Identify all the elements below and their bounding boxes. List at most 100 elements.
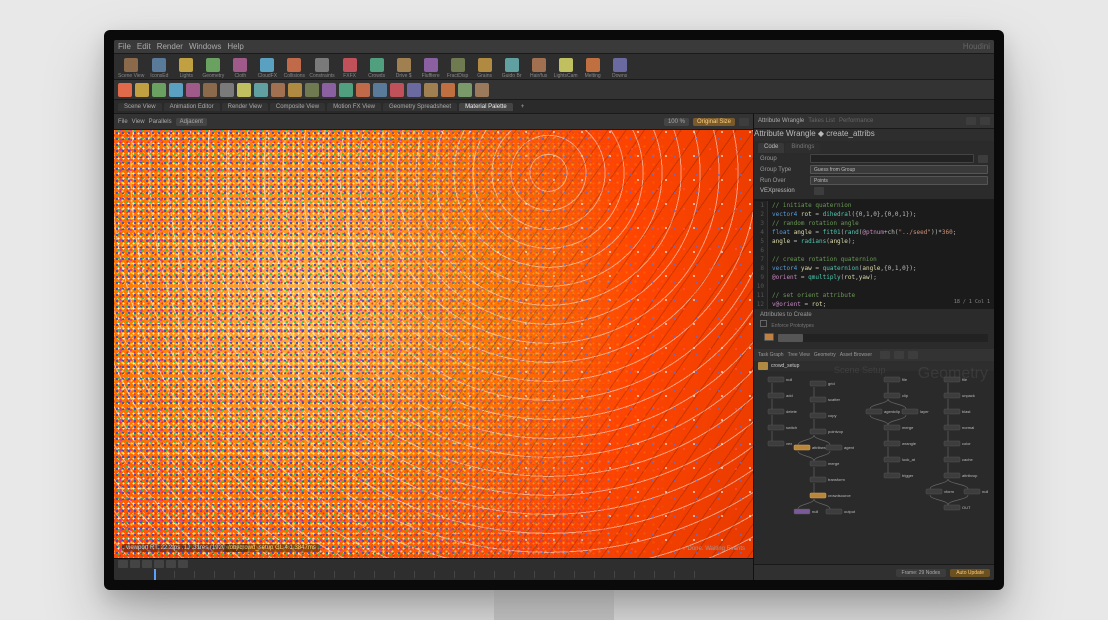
graph-node[interactable] (794, 445, 810, 450)
rtab-attrwrangle[interactable]: Attribute Wrangle (758, 118, 804, 124)
pane-tab[interactable]: Composite View (270, 103, 325, 111)
menu-windows[interactable]: Windows (189, 42, 221, 51)
shelf-tool-icon[interactable] (407, 83, 421, 97)
pane-tab[interactable]: Animation Editor (164, 103, 220, 111)
menu-render[interactable]: Render (157, 42, 183, 51)
shelf-tool[interactable]: Guido Br (500, 58, 524, 79)
shelf-tool[interactable]: FXFX (338, 58, 362, 79)
shelf-tool-icon[interactable] (288, 83, 302, 97)
viewport-canvas[interactable]: viewport RT: 22.2fps .1J .31res (1920x10… (114, 130, 753, 558)
shelf-tool-icon[interactable] (186, 83, 200, 97)
graph-node[interactable] (768, 393, 784, 398)
graph-node[interactable] (902, 409, 918, 414)
vp-menu-parallels[interactable]: Parallels (149, 119, 172, 125)
graph-node[interactable] (826, 509, 842, 514)
footer-framecount[interactable]: Frame: 29 Nodes (896, 569, 947, 577)
ng-tab-treeview[interactable]: Tree View (788, 352, 810, 358)
play-back-icon[interactable] (142, 560, 152, 568)
graph-node[interactable] (944, 409, 960, 414)
pane-tab[interactable]: Render View (222, 103, 268, 111)
timeline-track[interactable] (154, 571, 713, 578)
search-icon[interactable] (894, 351, 904, 359)
shelf-tool-icon[interactable] (441, 83, 455, 97)
step-back-icon[interactable] (130, 560, 140, 568)
graph-node[interactable] (768, 441, 784, 446)
graph-node[interactable] (884, 457, 900, 462)
shelf-tool-icon[interactable] (475, 83, 489, 97)
shelf-tool-icon[interactable] (152, 83, 166, 97)
graph-node[interactable] (768, 409, 784, 414)
shelf-tool[interactable]: Fluffiere (419, 58, 443, 79)
graph-node[interactable] (944, 473, 960, 478)
graph-node[interactable] (810, 461, 826, 466)
pane-tab[interactable]: Material Palette (459, 103, 513, 111)
gear-icon[interactable] (739, 118, 749, 126)
ng-tab-geometry[interactable]: Geometry (814, 352, 836, 358)
graph-node[interactable] (944, 505, 960, 510)
graph-node[interactable] (884, 441, 900, 446)
shelf-tool[interactable]: FractDisp (446, 58, 470, 79)
shelf-tool-icon[interactable] (305, 83, 319, 97)
slider-value[interactable] (778, 334, 988, 342)
playhead[interactable] (154, 569, 156, 580)
shelf-tool[interactable]: Cloth (228, 58, 252, 79)
layout-icon[interactable] (880, 351, 890, 359)
shelf-tool-icon[interactable] (254, 83, 268, 97)
skip-end-icon[interactable] (178, 560, 188, 568)
network-editor[interactable]: Task Graph Tree View Geometry Asset Brow… (754, 349, 994, 564)
shelf-tool[interactable]: Lights (174, 58, 198, 79)
select-runover[interactable]: Points (810, 176, 988, 185)
menu-file[interactable]: File (118, 42, 131, 51)
shelf-tool-icon[interactable] (356, 83, 370, 97)
shelf-tool-icon[interactable] (118, 83, 132, 97)
vp-zoom[interactable]: 100 % (664, 118, 689, 126)
graph-node[interactable] (944, 457, 960, 462)
ng-tab-assets[interactable]: Asset Browser (840, 352, 872, 358)
shelf-tool-icon[interactable] (237, 83, 251, 97)
checkbox-enforce[interactable] (760, 320, 767, 327)
graph-node[interactable] (884, 393, 900, 398)
graph-node[interactable] (944, 377, 960, 382)
shelf-tool-icon[interactable] (339, 83, 353, 97)
graph-node[interactable] (884, 425, 900, 430)
node-graph-canvas[interactable]: nulladddeleteswitchvexgridscattercopypoi… (754, 371, 994, 531)
menu-help[interactable]: Help (227, 42, 243, 51)
pin-icon[interactable] (966, 117, 976, 125)
color-swatch[interactable] (764, 333, 774, 341)
play-icon[interactable] (154, 560, 164, 568)
graph-node[interactable] (964, 489, 980, 494)
shelf-tool-icon[interactable] (424, 83, 438, 97)
gear-icon[interactable] (908, 351, 918, 359)
graph-node[interactable] (768, 425, 784, 430)
graph-node[interactable] (768, 377, 784, 382)
graph-node[interactable] (810, 381, 826, 386)
help-icon[interactable] (980, 117, 990, 125)
arrow-icon[interactable] (978, 155, 988, 163)
shelf-tool-icon[interactable] (203, 83, 217, 97)
parm-breadcrumb[interactable]: Attribute Wrangle ◆ create_attribs (754, 129, 875, 138)
shelf-tool-icon[interactable] (135, 83, 149, 97)
graph-node[interactable] (884, 377, 900, 382)
graph-node[interactable] (810, 413, 826, 418)
graph-node[interactable] (926, 489, 942, 494)
graph-node[interactable] (810, 477, 826, 482)
footer-autoupdate[interactable]: Auto Update (950, 569, 990, 577)
skip-start-icon[interactable] (118, 560, 128, 568)
shelf-tool-icon[interactable] (271, 83, 285, 97)
rtab-perf[interactable]: Performance (839, 118, 873, 124)
ng-path[interactable]: crowd_setup (771, 363, 799, 369)
shelf-tool-icon[interactable] (390, 83, 404, 97)
shelf-tool[interactable]: IconsEd (147, 58, 171, 79)
step-fwd-icon[interactable] (166, 560, 176, 568)
shelf-tool[interactable]: Drive $ (392, 58, 416, 79)
parm-tab-code[interactable]: Code (758, 143, 784, 153)
pane-tab[interactable]: Motion FX View (327, 103, 381, 111)
shelf-tool[interactable]: LightsCam (554, 58, 578, 79)
rtab-takes[interactable]: Takes List (808, 118, 835, 124)
shelf-tool[interactable]: Hair/fus (527, 58, 551, 79)
shelf-tool[interactable]: Melting (581, 58, 605, 79)
parm-tab-bindings[interactable]: Bindings (785, 143, 820, 153)
vp-menu-view[interactable]: View (132, 119, 145, 125)
graph-node[interactable] (944, 393, 960, 398)
pane-tab[interactable]: Scene View (118, 103, 162, 111)
